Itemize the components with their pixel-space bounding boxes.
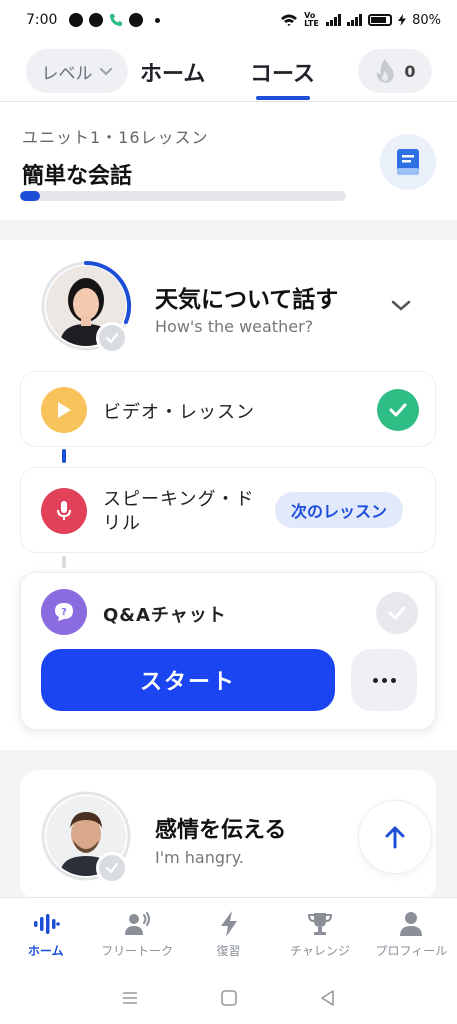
start-button[interactable]: スタート: [41, 649, 335, 711]
lesson-complete-icon: [96, 322, 128, 354]
signal-icon: [326, 14, 342, 26]
unit-progress-fill: [20, 191, 40, 201]
nav-label: 復習: [216, 944, 241, 958]
tab-home[interactable]: ホーム: [140, 56, 205, 88]
nav-profile[interactable]: プロフィール: [366, 898, 457, 971]
wifi-icon: [281, 14, 298, 26]
bottom-navigation: ホーム フリートーク 復習 チャレンジ プロフィール: [0, 897, 457, 971]
level-selector[interactable]: レベル: [26, 49, 128, 93]
soundwave-icon: [33, 914, 60, 934]
signal-icon-2: [347, 14, 363, 26]
next-lesson-badge: 次のレッスン: [275, 492, 404, 528]
person-icon: [400, 912, 423, 936]
unit-panel: ユニット1・16レッスン 簡単な会話: [0, 102, 457, 220]
next-lesson-title: 感情を伝える: [155, 818, 287, 843]
lesson-complete-icon: [96, 852, 128, 884]
lesson-item-label: スピーキング・ドリル: [103, 489, 255, 534]
system-navigation-bar: [0, 971, 457, 1024]
lightning-icon: [220, 911, 237, 937]
nav-label: プロフィール: [375, 944, 448, 958]
tab-course[interactable]: コース: [250, 56, 315, 88]
more-dot: [372, 677, 378, 683]
chat-notification-icon: [69, 13, 84, 27]
next-lesson-avatar: [40, 790, 132, 884]
more-dot: [381, 677, 387, 683]
active-tab-indicator: [256, 96, 310, 100]
app-notification-icon: [129, 13, 144, 27]
arrow-up-icon: [385, 826, 405, 849]
status-time: 7:00: [26, 12, 58, 28]
battery-level: 80%: [412, 12, 441, 28]
phone-icon: [110, 14, 123, 26]
next-lesson-card[interactable]: 感情を伝える I'm hangry.: [20, 770, 436, 900]
top-header: レベル ホーム コース 0: [0, 40, 457, 102]
charging-icon: [398, 14, 407, 26]
nav-label: チャレンジ: [289, 944, 350, 958]
trophy-icon: [307, 913, 332, 935]
status-right: VoLTE 80%: [280, 12, 441, 28]
completed-check-icon: [377, 389, 419, 431]
nav-review[interactable]: 復習: [183, 898, 274, 971]
volte-label: VoLTE: [304, 11, 319, 28]
flame-icon: [377, 59, 395, 83]
status-bar: 7:00 VoLTE 80%: [0, 0, 457, 40]
next-lesson-subtitle: I'm hangry.: [155, 848, 244, 867]
menu-icon[interactable]: [120, 988, 140, 1008]
back-triangle-icon[interactable]: [318, 988, 338, 1008]
lesson-item-speaking[interactable]: スピーキング・ドリル 次のレッスン: [20, 467, 436, 553]
scroll-up-button[interactable]: [358, 800, 432, 874]
level-label: レベル: [41, 63, 93, 84]
nav-home[interactable]: ホーム: [0, 898, 91, 971]
person-speaking-icon: [125, 912, 151, 935]
chat-question-icon: ?: [41, 589, 87, 635]
home-square-icon[interactable]: [219, 988, 239, 1008]
chevron-down-icon: [99, 68, 112, 76]
more-options-button[interactable]: [351, 649, 417, 711]
unit-subtitle: ユニット1・16レッスン: [22, 128, 209, 147]
line-notification-icon: [89, 13, 104, 27]
pending-check-icon: [376, 592, 418, 634]
lesson-title: 天気について話す: [155, 287, 339, 313]
microphone-icon: [41, 488, 87, 534]
progress-connector: [62, 556, 66, 568]
lesson-item-qa-chat[interactable]: ? Q&Aチャット スタート: [20, 572, 436, 730]
book-icon: [397, 149, 419, 175]
unit-progress-bar: [20, 191, 346, 201]
lesson-item-video[interactable]: ビデオ・レッスン: [20, 371, 436, 447]
course-book-button[interactable]: [380, 134, 436, 190]
lesson-item-label: ビデオ・レッスン: [103, 402, 255, 423]
lesson-subtitle: How's the weather?: [155, 317, 314, 336]
nav-free-talk[interactable]: フリートーク: [91, 898, 182, 971]
nav-label: フリートーク: [101, 944, 174, 958]
more-notifications-icon: [155, 17, 161, 23]
lesson-item-label: Q&Aチャット: [103, 605, 227, 626]
battery-icon: [368, 14, 393, 26]
progress-connector: [62, 449, 66, 463]
more-dot: [390, 677, 396, 683]
lesson-avatar: [40, 260, 132, 354]
streak-counter[interactable]: 0: [358, 49, 432, 93]
unit-title: 簡単な会話: [22, 164, 133, 189]
lesson-section: 天気について話す How's the weather? ビデオ・レッスン スピー…: [0, 240, 457, 750]
collapse-chevron-icon[interactable]: [388, 292, 414, 318]
streak-count: 0: [404, 61, 416, 81]
nav-challenge[interactable]: チャレンジ: [274, 898, 365, 971]
svg-text:?: ?: [61, 607, 67, 618]
play-icon: [41, 387, 87, 433]
notification-icons: [69, 13, 161, 27]
nav-label: ホーム: [27, 944, 64, 958]
